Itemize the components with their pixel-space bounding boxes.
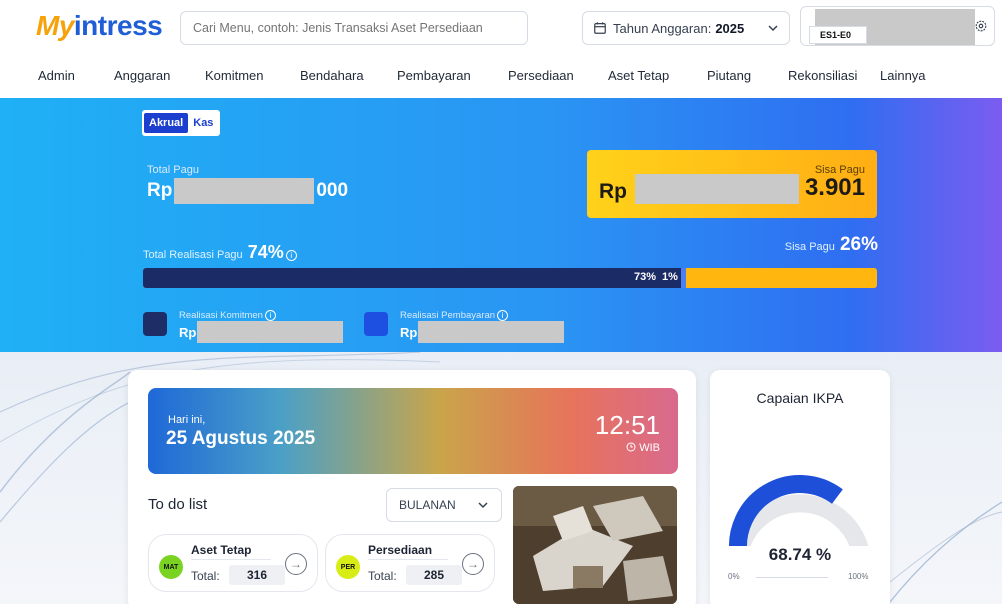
ikpa-value: 68.74 %	[768, 545, 832, 564]
progress-fill	[143, 268, 681, 288]
progress-text-primary: 73%	[634, 271, 657, 283]
redacted-amount	[174, 178, 315, 204]
todo-total-label: Total:	[191, 569, 220, 583]
info-icon[interactable]: i	[497, 310, 509, 321]
legend-komitmen-label: Realisasi Komitmen	[179, 310, 263, 322]
sisa-pagu-card: Sisa Pagu Rp 3.901	[587, 150, 877, 218]
info-icon[interactable]: i	[264, 310, 276, 321]
arrow-right-icon[interactable]: →	[462, 553, 484, 575]
total-pagu-value: Rp 000	[147, 178, 348, 204]
gear-icon[interactable]	[974, 19, 988, 33]
realisasi-summary: Total Realisasi Pagu 74% i	[143, 242, 297, 263]
realisasi-label: Total Realisasi Pagu	[143, 249, 243, 261]
logo-my: My	[36, 10, 74, 41]
budget-summary-panel: Akrual Kas Total Pagu Rp 000 Sisa Pagu Rp…	[0, 98, 1002, 352]
todo-count: 285	[406, 565, 462, 585]
today-greeting: Hari ini,	[168, 414, 206, 426]
chevron-down-icon	[768, 25, 778, 32]
unit-code: ES1-E0	[809, 26, 867, 44]
main-menu: Admin Anggaran Komitmen Bendahara Pembay…	[0, 58, 1002, 98]
photo-illustration	[513, 486, 677, 604]
menu-anggaran[interactable]: Anggaran	[114, 68, 170, 83]
logo-rest: intress	[73, 10, 163, 41]
toggle-kas[interactable]: Kas	[188, 113, 218, 133]
todo-badge: MAT	[159, 555, 183, 579]
period-select[interactable]: BULANAN	[386, 488, 502, 522]
legend-swatch-komitmen	[143, 312, 167, 336]
divider	[368, 559, 448, 560]
todo-count: 316	[229, 565, 285, 585]
progress-text-secondary: 1%	[662, 271, 678, 283]
date-banner: Hari ini, 25 Agustus 2025 12:51 WIB	[148, 388, 678, 474]
clock-icon	[626, 442, 636, 452]
menu-persediaan[interactable]: Persediaan	[508, 68, 574, 83]
redacted-amount	[418, 321, 565, 344]
arrow-right-icon[interactable]: →	[285, 553, 307, 575]
info-icon[interactable]: i	[285, 249, 297, 261]
todo-item-name: Persediaan	[368, 543, 433, 557]
todo-total-label: Total:	[368, 569, 397, 583]
todo-item-name: Aset Tetap	[191, 543, 252, 557]
sisa-pagu-value: 3.901	[804, 174, 865, 201]
gauge-min-label: 0%	[728, 572, 740, 581]
ikpa-title: Capaian IKPA	[756, 390, 844, 406]
app-logo[interactable]: Myintress	[36, 10, 163, 42]
progress-edge	[681, 268, 686, 288]
promo-photo	[513, 486, 677, 604]
ikpa-gauge	[729, 475, 869, 546]
time-zone-label: WIB	[639, 442, 660, 454]
legend-pembayaran-prefix: Rp	[400, 324, 418, 340]
todo-badge: PER	[336, 555, 360, 579]
legend-komitmen: Realisasi Komitmen i Rp	[143, 310, 344, 344]
total-pagu-label: Total Pagu	[147, 164, 199, 176]
realisasi-percent: 74%	[247, 242, 284, 262]
chevron-down-icon	[478, 502, 488, 509]
legend-pembayaran: Realisasi Pembayaran i Rp	[364, 310, 565, 344]
gauge-max-label: 100%	[848, 572, 869, 581]
realisasi-progress-bar: 73% 1%	[143, 268, 877, 288]
todo-title: To do list	[148, 496, 208, 513]
basis-toggle: Akrual Kas	[142, 110, 221, 136]
menu-admin[interactable]: Admin	[38, 68, 75, 83]
legend-swatch-pembayaran	[364, 312, 388, 336]
calendar-icon	[594, 22, 606, 34]
menu-pembayaran[interactable]: Pembayaran	[397, 68, 471, 83]
menu-komitmen[interactable]: Komitmen	[205, 68, 264, 83]
redacted-amount	[635, 174, 799, 204]
redacted-amount	[197, 321, 344, 344]
unit-selector[interactable]: ES1-E0	[800, 6, 995, 46]
menu-bendahara[interactable]: Bendahara	[300, 68, 364, 83]
time-zone: WIB	[626, 442, 660, 454]
sisa-percent: 26%	[839, 234, 878, 255]
sisa-label: Sisa Pagu	[784, 241, 835, 253]
divider	[191, 559, 271, 560]
total-pagu-prefix: Rp	[147, 180, 173, 202]
total-pagu-suffix: 000	[316, 180, 349, 202]
current-time: 12:51	[594, 410, 660, 440]
gauge-axis	[756, 577, 828, 578]
toggle-akrual[interactable]: Akrual	[144, 113, 189, 133]
todo-item-persediaan[interactable]: PER Persediaan Total: 285 →	[325, 534, 495, 592]
menu-piutang[interactable]: Piutang	[707, 68, 751, 83]
fiscal-year-label: Tahun Anggaran:	[613, 20, 712, 36]
legend-komitmen-prefix: Rp	[179, 324, 197, 340]
search-input[interactable]	[180, 11, 528, 45]
legend-pembayaran-label: Realisasi Pembayaran	[400, 310, 496, 322]
period-value: BULANAN	[399, 498, 456, 512]
top-header: Myintress Tahun Anggaran: 2025 ES1-E0	[0, 0, 1002, 58]
today-date: 25 Agustus 2025	[166, 428, 316, 449]
menu-aset-tetap[interactable]: Aset Tetap	[608, 68, 669, 83]
fiscal-year-select[interactable]: Tahun Anggaran: 2025	[582, 11, 790, 45]
sisa-summary: Sisa Pagu 26%	[785, 234, 878, 256]
fiscal-year-value: 2025	[715, 20, 745, 36]
sisa-pagu-prefix: Rp	[599, 180, 627, 203]
menu-rekonsiliasi[interactable]: Rekonsiliasi	[788, 68, 857, 83]
menu-lainnya[interactable]: Lainnya	[880, 68, 926, 83]
todo-item-aset-tetap[interactable]: MAT Aset Tetap Total: 316 →	[148, 534, 318, 592]
